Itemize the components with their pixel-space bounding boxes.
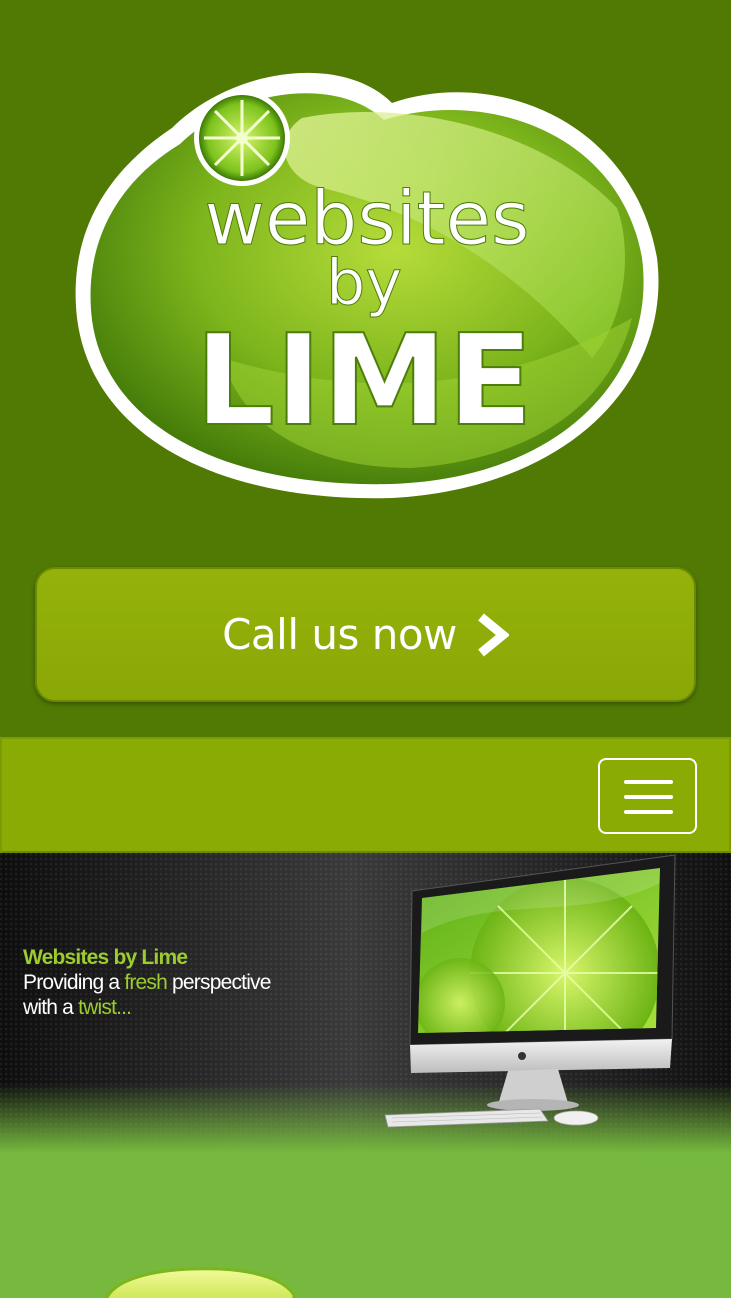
imac-computer-image: [384, 854, 676, 1128]
hamburger-menu-icon: [624, 810, 673, 814]
hero-highlight-twist: twist...: [78, 996, 132, 1019]
websites-by-lime-logo[interactable]: websites by LIME: [72, 58, 662, 502]
call-us-now-label: Call us now: [222, 610, 457, 659]
page: websites by LIME Call us now Websites by…: [0, 0, 731, 1298]
hero-banner: Websites by Lime Providing a fresh persp…: [0, 853, 731, 1153]
lime-slice-image: [104, 1267, 296, 1298]
hero-line-2: Providing a fresh perspective: [23, 971, 271, 994]
chevron-right-icon: [475, 613, 510, 657]
content-section: [0, 1153, 731, 1298]
hamburger-menu-icon: [624, 795, 673, 799]
hamburger-menu-icon: [624, 780, 673, 784]
navigation-bar: [0, 737, 731, 853]
menu-toggle-button[interactable]: [598, 758, 697, 834]
hero-tagline: Websites by Lime Providing a fresh persp…: [23, 945, 271, 1020]
hero-title: Websites by Lime: [23, 946, 188, 969]
hero-highlight-fresh: fresh: [124, 971, 167, 994]
call-us-now-button[interactable]: Call us now: [35, 567, 696, 702]
logo-word-lime: LIME: [195, 307, 534, 454]
hero-line-3: with a twist...: [23, 996, 132, 1019]
